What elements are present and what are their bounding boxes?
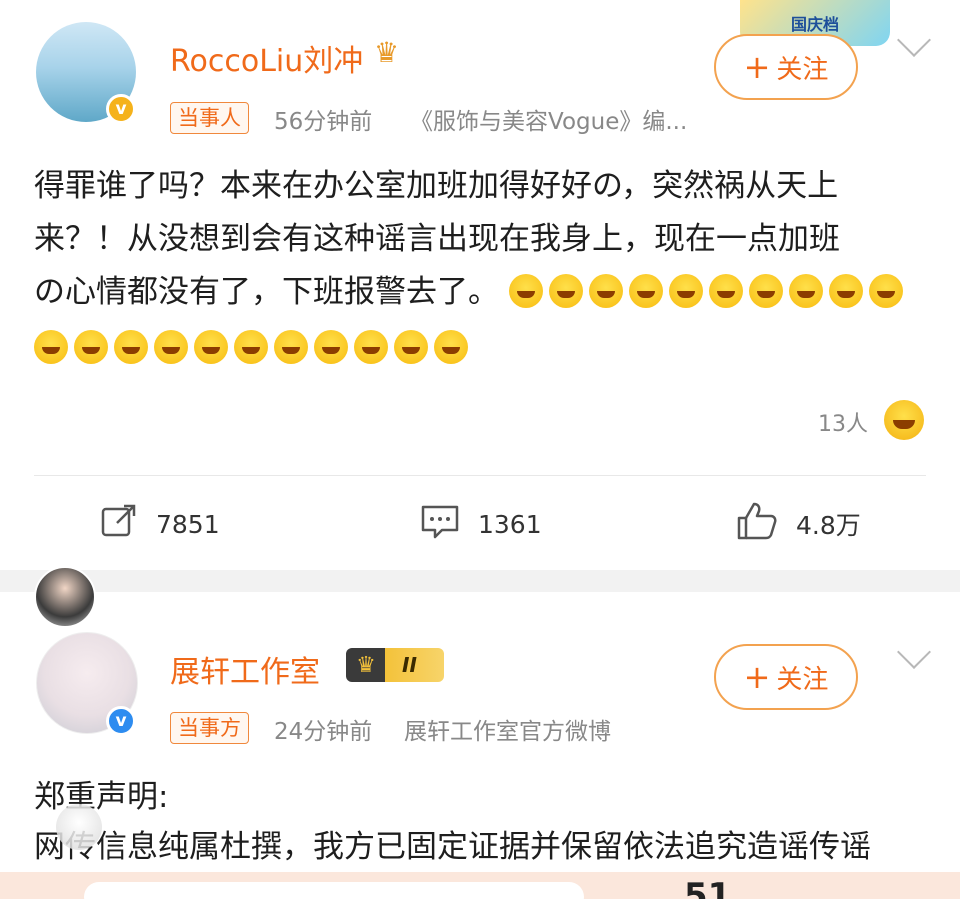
comment-count: 1361 — [478, 509, 542, 539]
crown-icon: ♛ — [374, 36, 400, 69]
follow-label: 关注 — [776, 54, 829, 85]
grin-emoji-icon — [868, 274, 903, 308]
post-content: 郑重声明: 网传信息纯属杜撰，我方已固定证据并保留依法追究造谣传谣 — [34, 772, 934, 872]
grin-emoji-icon — [748, 274, 783, 308]
like-count: 4.8万 — [796, 511, 861, 540]
laugh-reaction-icon[interactable] — [884, 400, 924, 440]
grin-emoji-icon — [548, 274, 583, 308]
post-card: v RoccoLiu刘冲 ♛ 当事人 56分钟前 《服饰与美容Vogue》编..… — [0, 0, 960, 570]
grin-emoji-icon — [354, 330, 388, 364]
content-line: の心情都没有了，下班报警去了。 — [34, 266, 934, 319]
reaction-count[interactable]: 13人 — [818, 406, 868, 438]
grin-emoji-icon — [114, 330, 148, 364]
role-tag: 当事方 — [170, 712, 249, 744]
role-tag: 当事人 — [170, 102, 249, 134]
repost-count: 7851 — [156, 509, 220, 539]
grin-emoji-icon — [508, 274, 543, 308]
comment-button[interactable]: 1361 — [420, 500, 542, 548]
grin-emoji-icon — [588, 274, 623, 308]
verified-icon: v — [106, 94, 136, 124]
post-source: 《服饰与美容Vogue》编... — [410, 109, 688, 135]
plus-icon: + — [743, 48, 771, 86]
chevron-down-icon[interactable] — [897, 23, 931, 57]
bottom-count: 51 — [684, 876, 732, 899]
content-line: 郑重声明: — [34, 779, 169, 815]
grin-emoji-icon — [234, 330, 268, 364]
follow-label: 关注 — [776, 664, 829, 695]
grin-emoji-icon — [194, 330, 228, 364]
thumbs-up-icon — [736, 501, 778, 547]
author-name[interactable]: 展轩工作室 — [170, 647, 320, 691]
crown-icon: ♛ — [356, 652, 376, 678]
share-icon — [100, 502, 138, 546]
grin-emoji-icon — [394, 330, 428, 364]
content-line: 得罪谁了吗？本来在办公室加班加得好好の，突然祸从天上 — [34, 168, 839, 204]
grin-emoji-icon — [628, 274, 663, 308]
grin-emoji-icon — [434, 330, 468, 364]
grin-emoji-icon — [828, 274, 863, 308]
like-button[interactable]: 4.8万 — [736, 500, 861, 548]
repost-button[interactable]: 7851 — [100, 500, 220, 548]
emoji-row — [34, 330, 934, 375]
author-name[interactable]: RoccoLiu刘冲 — [170, 36, 363, 80]
post-separator — [0, 570, 960, 592]
comment-input[interactable] — [84, 882, 584, 912]
follow-button[interactable]: + 关注 — [714, 34, 858, 100]
grin-emoji-icon — [314, 330, 348, 364]
floating-avatar[interactable] — [56, 804, 102, 850]
plus-icon: + — [743, 658, 771, 696]
grin-emoji-icon — [788, 274, 823, 308]
post-source: 展轩工作室官方微博 — [404, 719, 611, 745]
post-content: 得罪谁了吗？本来在办公室加班加得好好の，突然祸从天上 来？！从没想到会有这种谣言… — [34, 160, 934, 319]
rank-level: II — [402, 653, 417, 677]
grin-emoji-icon — [708, 274, 743, 308]
grin-emoji-icon — [274, 330, 308, 364]
content-line-text: の心情都没有了，下班报警去了。 — [34, 274, 499, 310]
post-time: 24分钟前 — [274, 719, 373, 745]
follow-button[interactable]: + 关注 — [714, 644, 858, 710]
divider — [34, 475, 926, 476]
comment-icon — [420, 502, 460, 546]
content-line: 网传信息纯属杜撰，我方已固定证据并保留依法追究造谣传谣 — [34, 829, 871, 865]
content-line: 来？！从没想到会有这种谣言出现在我身上，现在一点加班 — [34, 221, 840, 257]
rank-badge[interactable]: ♛ II — [346, 648, 444, 682]
grin-emoji-icon — [74, 330, 108, 364]
post-time: 56分钟前 — [274, 109, 373, 135]
verified-icon: v — [106, 706, 136, 736]
grin-emoji-icon — [34, 330, 68, 364]
grin-emoji-icon — [668, 274, 703, 308]
grin-emoji-icon — [154, 330, 188, 364]
